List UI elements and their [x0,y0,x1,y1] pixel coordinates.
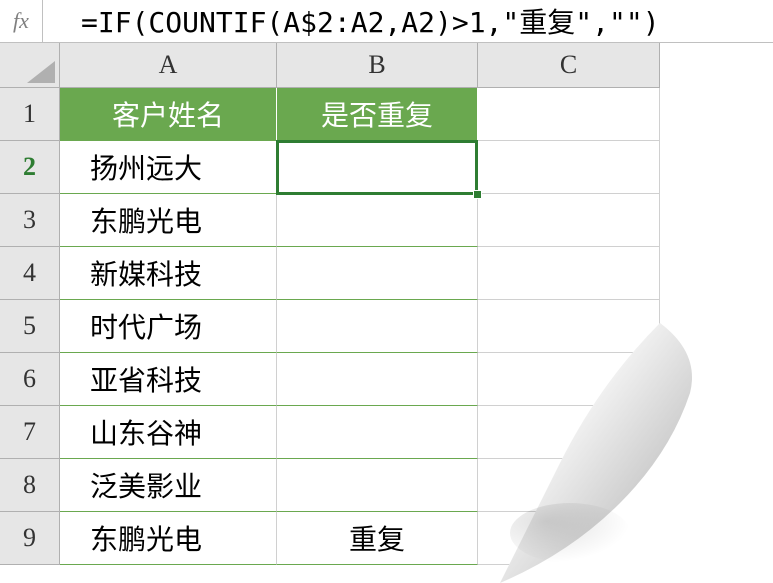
cell-A9[interactable]: 东鹏光电 [60,512,277,565]
cell-B5[interactable] [277,300,478,353]
row-header-4[interactable]: 4 [0,247,60,300]
cell-C2[interactable] [478,141,660,194]
column-header-A[interactable]: A [60,43,277,88]
cell-B7[interactable] [277,406,478,459]
formula-input[interactable]: =IF(COUNTIF(A$2:A2,A2)>1,"重复","") [43,0,773,42]
row-header-5[interactable]: 5 [0,300,60,353]
cell-A8[interactable]: 泛美影业 [60,459,277,512]
cell-C9[interactable] [478,512,660,565]
row-header-7[interactable]: 7 [0,406,60,459]
row-header-2[interactable]: 2 [0,141,60,194]
column-header-B[interactable]: B [277,43,478,88]
cell-B4[interactable] [277,247,478,300]
cell-A1[interactable]: 客户姓名 [60,88,277,141]
fx-icon[interactable]: fx [0,0,43,42]
cell-A7[interactable]: 山东谷神 [60,406,277,459]
cell-C4[interactable] [478,247,660,300]
cell-C8[interactable] [478,459,660,512]
cell-C6[interactable] [478,353,660,406]
formula-bar: fx =IF(COUNTIF(A$2:A2,A2)>1,"重复","") [0,0,773,43]
row-header-9[interactable]: 9 [0,512,60,565]
cell-C5[interactable] [478,300,660,353]
cell-A4[interactable]: 新媒科技 [60,247,277,300]
spreadsheet-grid: A B C 1 2 3 4 5 6 7 8 9 客户姓名 是否重复 扬州远大 东… [0,43,773,583]
row-header-6[interactable]: 6 [0,353,60,406]
cell-B3[interactable] [277,194,478,247]
cell-B9[interactable]: 重复 [277,512,478,565]
fill-handle[interactable] [473,190,482,199]
cell-B8[interactable] [277,459,478,512]
cell-C1[interactable] [478,88,660,141]
cell-A2[interactable]: 扬州远大 [60,141,277,194]
cell-C3[interactable] [478,194,660,247]
cell-A5[interactable]: 时代广场 [60,300,277,353]
cell-A3[interactable]: 东鹏光电 [60,194,277,247]
row-header-8[interactable]: 8 [0,459,60,512]
select-all-corner[interactable] [0,43,60,88]
cell-C7[interactable] [478,406,660,459]
cell-B6[interactable] [277,353,478,406]
cell-B1[interactable]: 是否重复 [277,88,478,141]
cell-A6[interactable]: 亚省科技 [60,353,277,406]
row-header-1[interactable]: 1 [0,88,60,141]
cell-B2[interactable] [277,141,478,194]
column-header-C[interactable]: C [478,43,660,88]
row-header-3[interactable]: 3 [0,194,60,247]
